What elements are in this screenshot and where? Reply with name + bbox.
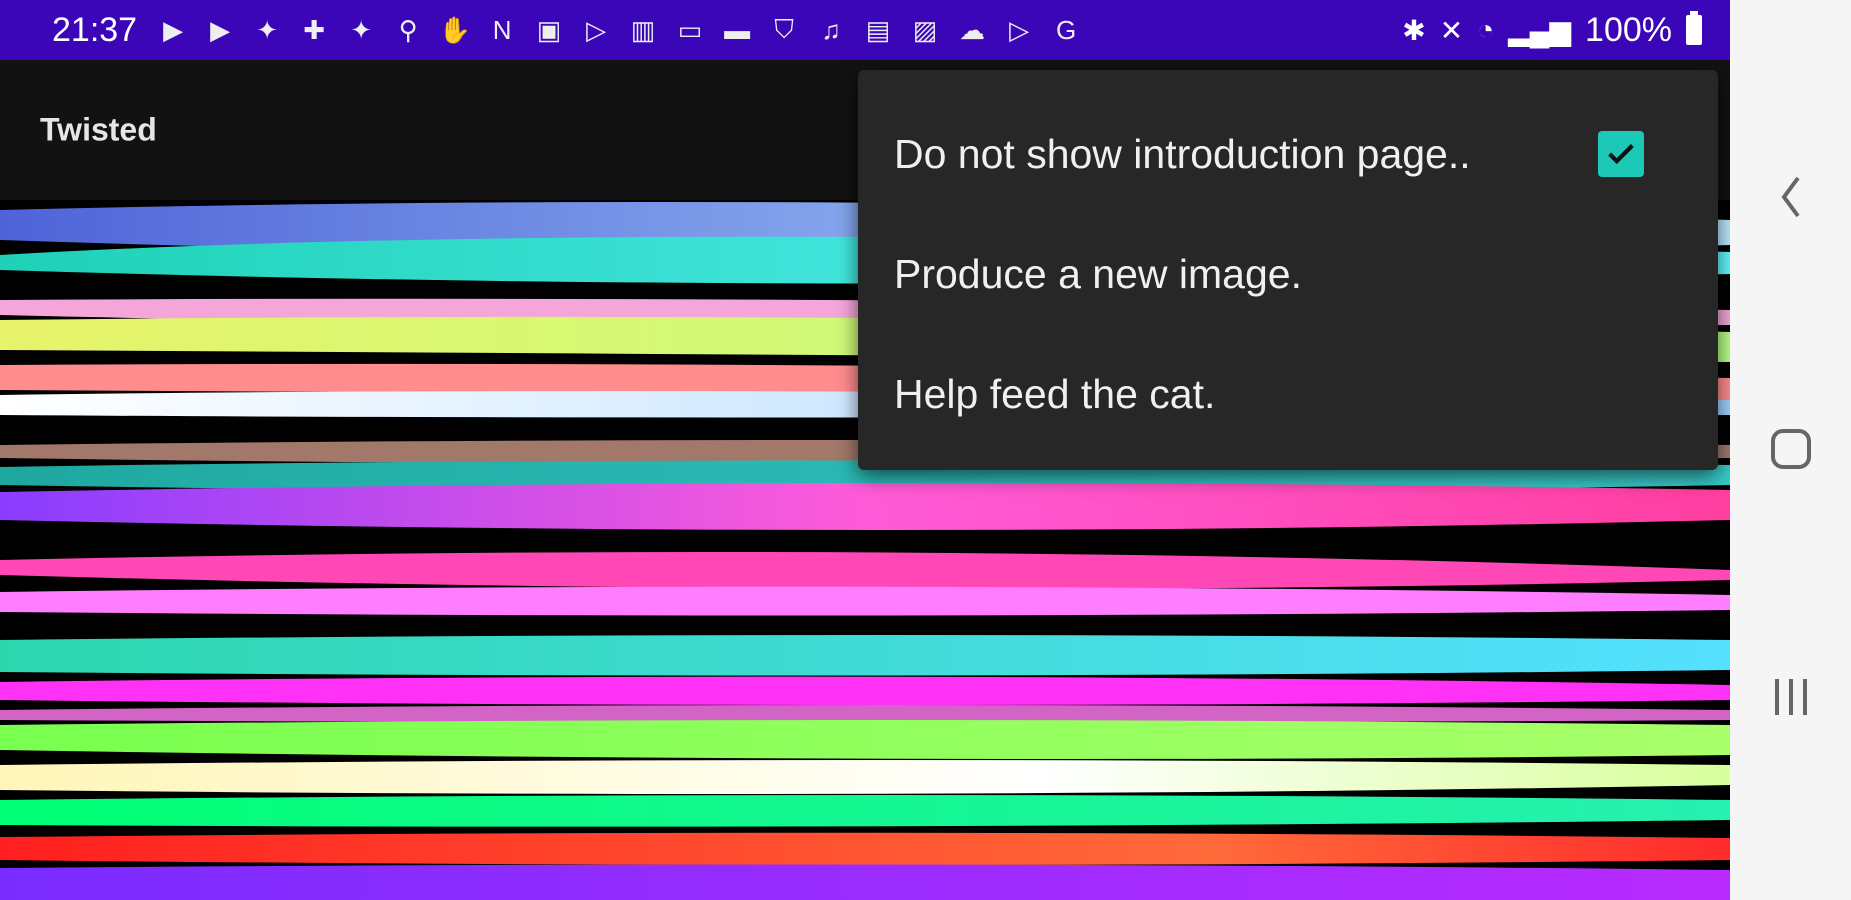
bluetooth-icon: ✱ (1402, 14, 1426, 46)
twitter-icon: ✦ (256, 14, 278, 45)
home-icon[interactable] (1769, 427, 1813, 471)
app-title: Twisted (40, 111, 157, 148)
lock-icon: ▤ (865, 14, 891, 45)
play-store-icon: ▷ (1009, 14, 1030, 45)
msg-icon: ▭ (677, 14, 703, 45)
usb-icon: ⚲ (398, 14, 418, 45)
check-icon (1608, 143, 1634, 165)
notification-icons: ▶ ▶ ✦ ✚ ✦ ⚲ ✋ N ▣ ▷ ▥ ▭ ▬ ⛉ ♫ ▤ ▨ ☁ ▷ G (157, 14, 1082, 45)
menu-item-feed-cat[interactable]: Help feed the cat. (894, 344, 1682, 444)
youtube-icon: ▶ (210, 14, 231, 45)
menu-item-new-image[interactable]: Produce a new image. (894, 224, 1682, 324)
system-status: ✱ ✕ ◔ ▂▄▆ 100% (1402, 11, 1702, 50)
menu-item-label: Produce a new image. (894, 250, 1302, 297)
card-icon: ▬ (724, 14, 751, 45)
hand-icon: ✋ (438, 14, 472, 45)
menu-item-intro-toggle[interactable]: Do not show introduction page.. (894, 104, 1682, 204)
cloud-icon: ☁ (959, 14, 986, 45)
music-icon: ♫ (821, 14, 841, 45)
menu-item-label: Help feed the cat. (894, 370, 1216, 417)
chart-icon: ▥ (630, 14, 656, 45)
n-icon: N (492, 14, 512, 45)
back-icon[interactable] (1776, 172, 1806, 222)
image-icon: ▨ (912, 14, 938, 45)
system-nav-bar (1730, 0, 1851, 900)
battery-icon (1686, 11, 1702, 45)
slack-icon: ✚ (303, 14, 325, 45)
signal-icon: ▂▄▆ (1508, 14, 1572, 46)
overflow-menu: Do not show introduction page.. Produce … (858, 70, 1718, 470)
status-time: 21:37 (52, 10, 138, 49)
wifi-icon: ◔ (1477, 14, 1495, 45)
status-bar: 21:37 ▶ ▶ ✦ ✚ ✦ ⚲ ✋ N ▣ ▷ ▥ ▭ ▬ ⛉ ♫ ▤ ▨ … (0, 0, 1730, 60)
menu-item-label: Do not show introduction page.. (894, 130, 1471, 177)
recents-icon[interactable] (1769, 675, 1813, 719)
wifi-box-icon: ▣ (536, 14, 562, 45)
play-icon: ▷ (586, 14, 607, 45)
youtube-icon: ▶ (163, 14, 184, 45)
google-icon: G (1055, 14, 1077, 45)
mute-icon: ✕ (1439, 14, 1464, 46)
shield-icon: ⛉ (774, 14, 794, 44)
intro-checkbox[interactable] (1598, 131, 1644, 177)
twitter-icon: ✦ (350, 14, 372, 45)
battery-percent: 100% (1585, 10, 1672, 49)
